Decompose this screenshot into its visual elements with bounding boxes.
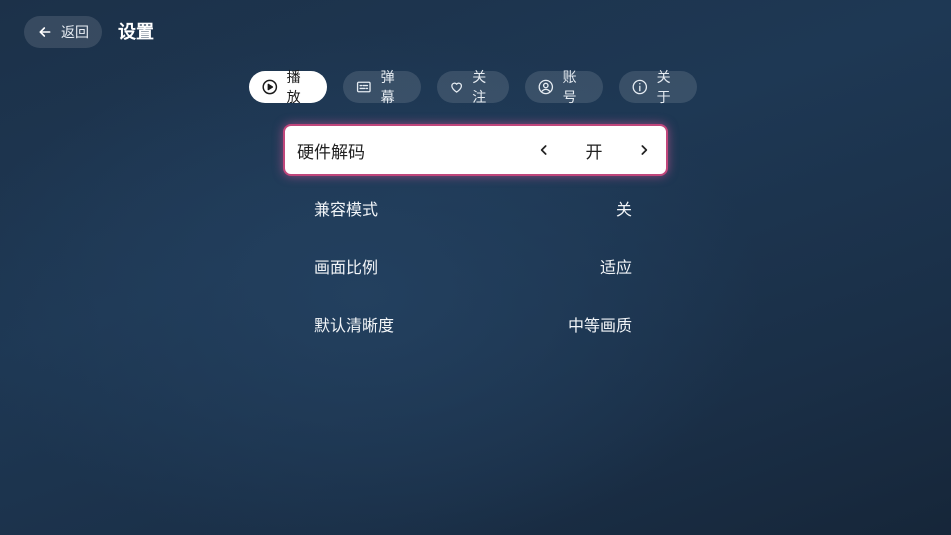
setting-value: 适应: [599, 258, 632, 277]
setting-compat-mode[interactable]: 兼容模式 关: [283, 182, 668, 234]
account-circle-icon: [538, 79, 554, 95]
tab-label: 弹幕: [380, 70, 395, 106]
value-selector: 开: [536, 138, 652, 163]
tab-about[interactable]: 关于: [619, 70, 697, 106]
chevron-left-icon[interactable]: [536, 142, 552, 158]
arrow-left-icon: [39, 27, 51, 37]
setting-aspect-ratio[interactable]: 画面比例 适应: [283, 240, 668, 292]
setting-label: 默认清晰度: [314, 316, 395, 335]
tab-account[interactable]: 账号: [525, 70, 603, 106]
setting-value: 中等画质: [567, 316, 632, 335]
setting-default-quality[interactable]: 默认清晰度 中等画质: [283, 298, 668, 350]
tab-follow[interactable]: 关注: [437, 70, 509, 106]
setting-label: 画面比例: [314, 258, 379, 277]
setting-value: 开: [585, 142, 603, 163]
setting-hardware-decode[interactable]: 硬件解码 开: [283, 124, 668, 176]
back-button[interactable]: 返回: [24, 16, 102, 48]
chevron-right-icon[interactable]: [636, 142, 652, 158]
back-label: 返回: [61, 25, 89, 41]
tab-label: 关于: [656, 70, 671, 106]
subtitles-icon: [356, 81, 371, 93]
play-circle-icon: [262, 79, 278, 95]
setting-label: 兼容模式: [314, 200, 379, 219]
heart-icon: [451, 82, 463, 93]
setting-value: 关: [615, 200, 632, 219]
page-title: 设置: [118, 22, 154, 43]
tab-bar: 播放 弹幕 关注 账号 关于: [249, 70, 697, 106]
info-icon: [632, 79, 648, 95]
tab-danmaku[interactable]: 弹幕: [343, 70, 421, 106]
tab-label: 账号: [562, 70, 577, 106]
setting-label: 硬件解码: [297, 142, 365, 163]
tab-play[interactable]: 播放: [249, 70, 327, 106]
settings-list: 硬件解码 开 兼容模式 关 画面比例 适应 默认清晰度 中等画质: [283, 124, 668, 356]
tab-label: 播放: [286, 70, 301, 106]
tab-label: 关注: [472, 70, 487, 106]
